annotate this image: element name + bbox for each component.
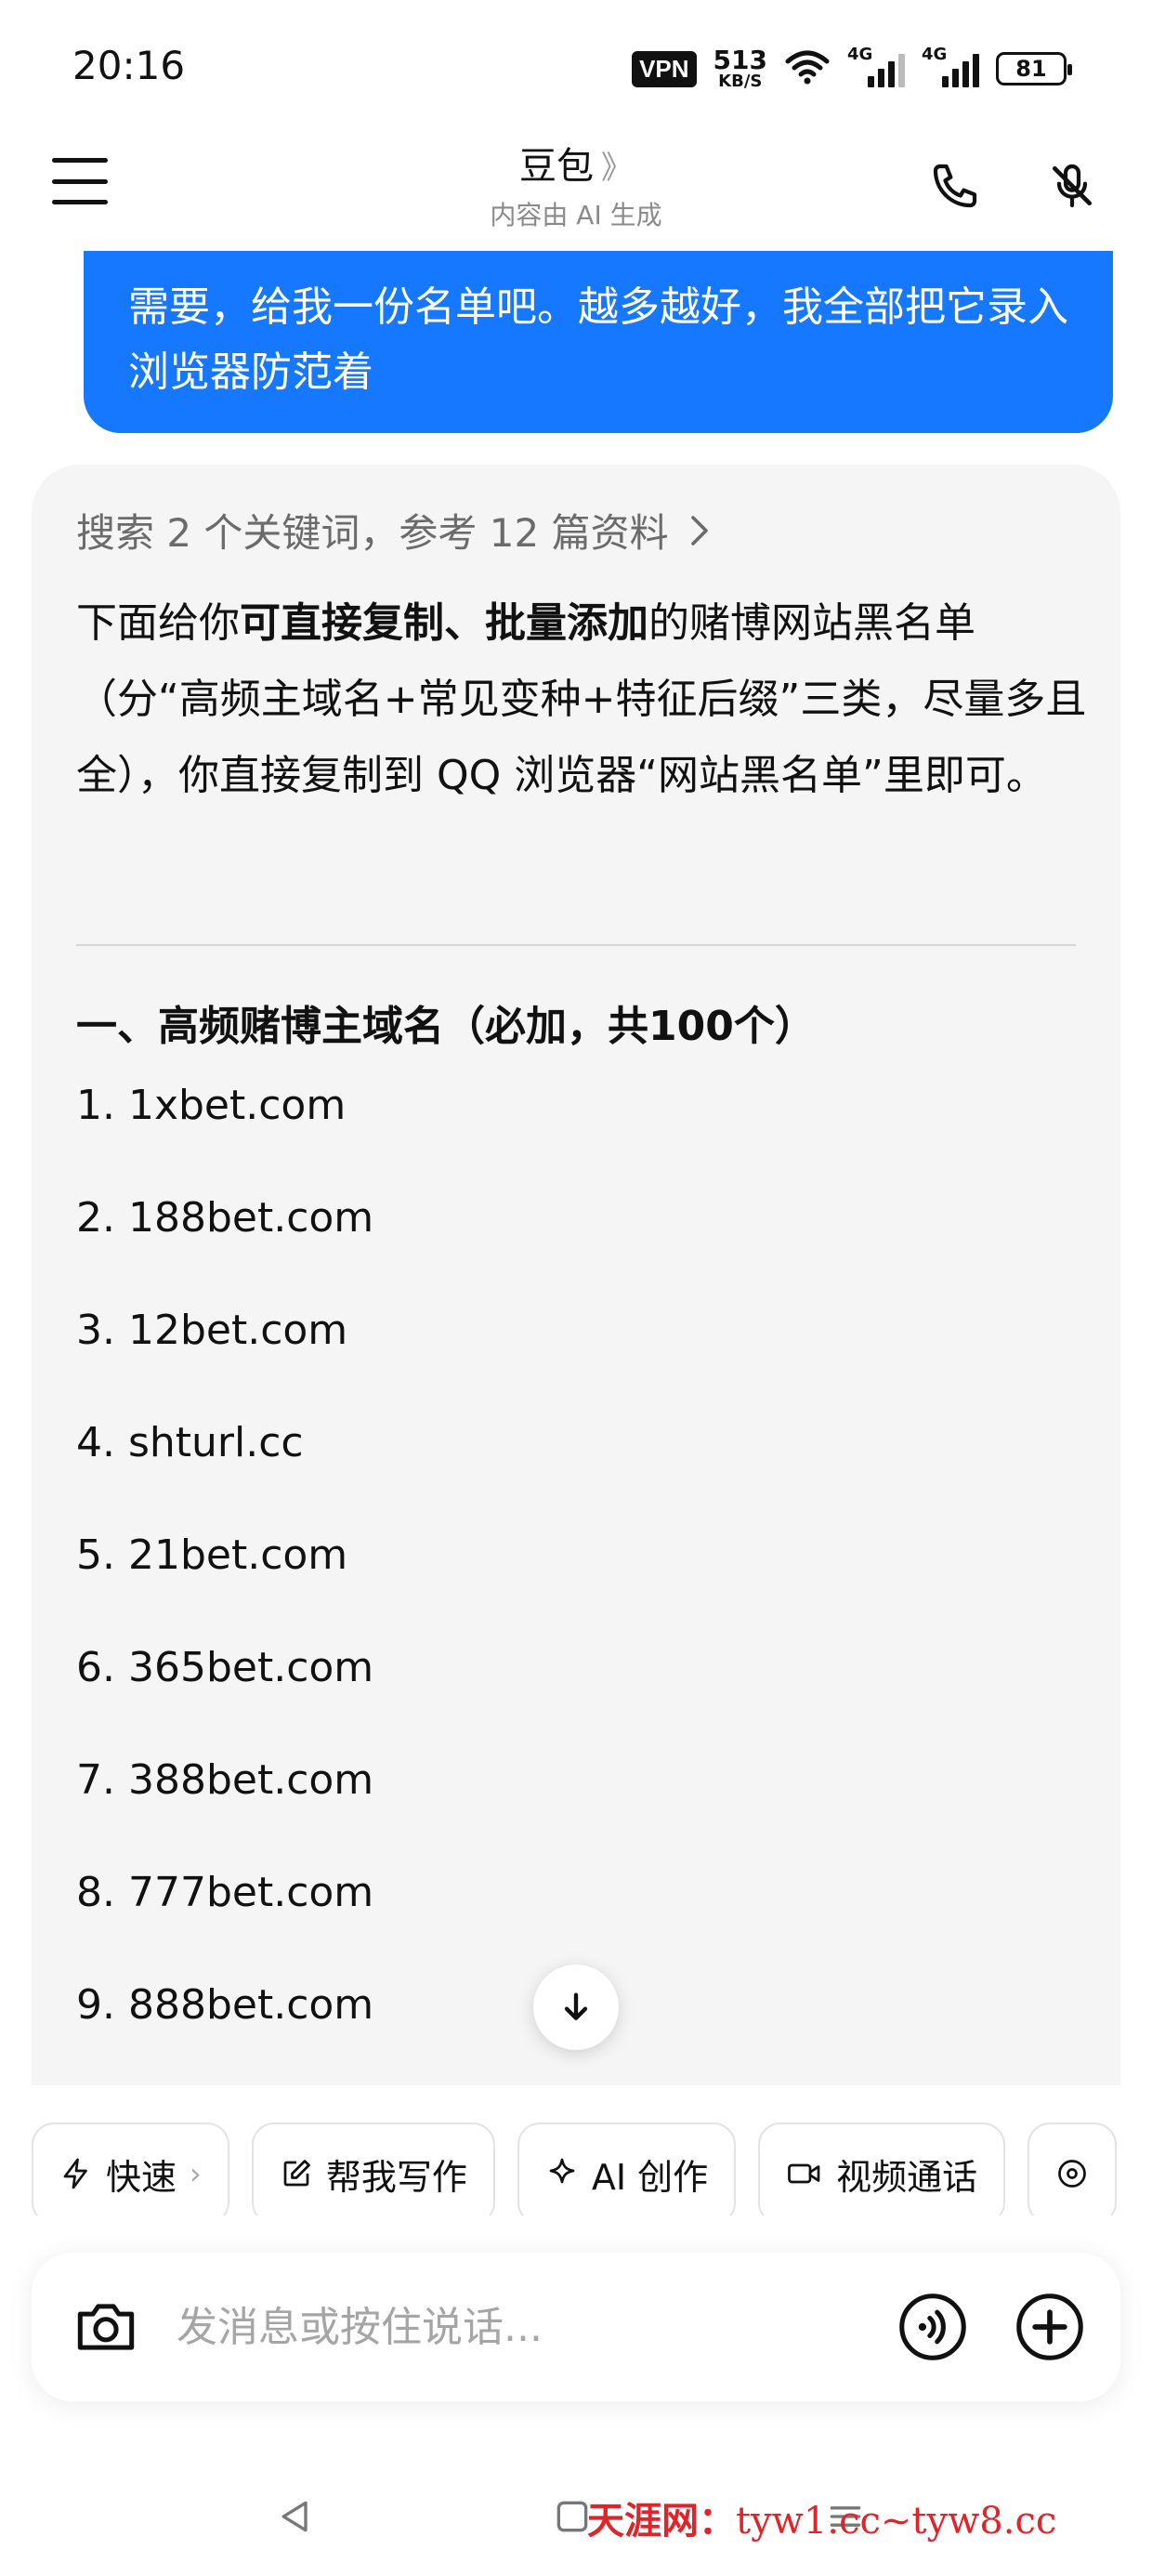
list-item: 4. shturl.cc bbox=[76, 1419, 304, 1466]
watermark: 天涯网：tyw1.cc~tyw8.cc bbox=[587, 2499, 1057, 2543]
nav-back-button[interactable] bbox=[268, 2489, 323, 2544]
speaker-muted-icon bbox=[1053, 164, 1092, 208]
list-item: 5. 21bet.com bbox=[76, 1531, 348, 1579]
section-heading: 一、高频赌博主域名（必加，共100个） bbox=[76, 1003, 816, 1050]
user-message-bubble[interactable]: 需要，给我一份名单吧。越多越好，我全部把它录入浏览器防范着 bbox=[84, 251, 1113, 433]
sim2-signal-icon: 4G bbox=[922, 45, 979, 87]
assistant-message-card: 搜索 2 个关键词，参考 12 篇资料 下面给你可直接复制、批量添加的赌博网站黑… bbox=[32, 465, 1120, 2085]
plus-icon bbox=[1016, 2293, 1083, 2360]
list-item: 1. 1xbet.com bbox=[76, 1082, 347, 1129]
chip-fast-mode[interactable]: 快速 › bbox=[32, 2123, 229, 2215]
attach-plus-button[interactable] bbox=[1011, 2288, 1089, 2366]
assistant-intro-text: 下面给你可直接复制、批量添加的赌博网站黑名单（分“高频主域名+常见变种+特征后缀… bbox=[76, 599, 1087, 799]
network-speed-unit: KB/S bbox=[718, 72, 763, 91]
network-speed: 513 KB/S bbox=[713, 47, 767, 90]
phone-call-button[interactable] bbox=[920, 151, 990, 221]
camera-button[interactable] bbox=[69, 2290, 143, 2364]
scroll-to-bottom-button[interactable] bbox=[533, 1965, 619, 2050]
more-chip-icon bbox=[1058, 2160, 1086, 2188]
voice-input-button[interactable] bbox=[894, 2288, 972, 2366]
camera-icon bbox=[77, 2304, 135, 2350]
voice-wave-icon bbox=[899, 2293, 966, 2360]
video-icon bbox=[788, 2163, 820, 2184]
wifi-icon bbox=[784, 48, 831, 89]
bot-name: 豆包 bbox=[519, 145, 594, 188]
message-input[interactable] bbox=[177, 2292, 883, 2362]
edit-icon bbox=[283, 2160, 310, 2187]
battery-icon: 81 bbox=[996, 52, 1072, 85]
triangle-back-icon bbox=[281, 2501, 308, 2532]
vpn-badge: VPN bbox=[632, 50, 697, 87]
mute-toggle-button[interactable] bbox=[1037, 151, 1107, 221]
search-references-link[interactable]: 搜索 2 个关键词，参考 12 篇资料 bbox=[76, 502, 712, 559]
sim1-signal-icon: 4G bbox=[847, 45, 905, 87]
phone-icon bbox=[933, 164, 977, 208]
domain-list: 1. 1xbet.com 2. 188bet.com 3. 12bet.com … bbox=[76, 1078, 373, 2085]
chip-video-call[interactable]: 视频通话 bbox=[758, 2123, 1006, 2215]
divider bbox=[76, 944, 1076, 946]
chip-more[interactable] bbox=[1028, 2123, 1118, 2215]
lightning-icon bbox=[63, 2158, 87, 2189]
chip-label: 帮我写作 bbox=[325, 2156, 467, 2198]
list-item: 7. 388bet.com bbox=[76, 1756, 374, 1804]
arrow-down-icon bbox=[564, 1992, 588, 2020]
chevron-right-icon: 》 bbox=[601, 150, 633, 187]
search-summary: 搜索 2 个关键词，参考 12 篇资料 bbox=[76, 510, 669, 556]
list-item: 2. 188bet.com bbox=[76, 1194, 374, 1242]
list-item: 8. 777bet.com bbox=[76, 1869, 374, 1916]
network-speed-value: 513 bbox=[713, 45, 767, 75]
message-input-bar bbox=[32, 2253, 1120, 2401]
list-item: 6. 365bet.com bbox=[76, 1644, 374, 1691]
status-icons: VPN 513 KB/S 4G 4G 81 bbox=[632, 45, 1072, 93]
chat-header: 豆包》 内容由 AI 生成 bbox=[0, 130, 1152, 251]
chip-ai-create[interactable]: AI 创作 bbox=[517, 2123, 737, 2215]
list-item: 3. 12bet.com bbox=[76, 1307, 348, 1354]
quick-actions: 快速 › 帮我写作 AI 创作 视频通话 bbox=[32, 2085, 1152, 2215]
chip-write[interactable]: 帮我写作 bbox=[251, 2123, 495, 2215]
chevron-right-icon bbox=[690, 515, 708, 545]
chip-label: 视频通话 bbox=[836, 2156, 978, 2198]
status-bar: 20:16 VPN 513 KB/S 4G 4G 81 bbox=[0, 0, 1152, 130]
chip-label: AI 创作 bbox=[591, 2156, 709, 2198]
list-item: 9. 888bet.com bbox=[76, 1981, 374, 2029]
sparkle-icon bbox=[549, 2158, 575, 2184]
chip-label: 快速 bbox=[106, 2156, 177, 2198]
chevron-right-icon: › bbox=[190, 2156, 202, 2191]
status-time: 20:16 bbox=[72, 43, 186, 88]
